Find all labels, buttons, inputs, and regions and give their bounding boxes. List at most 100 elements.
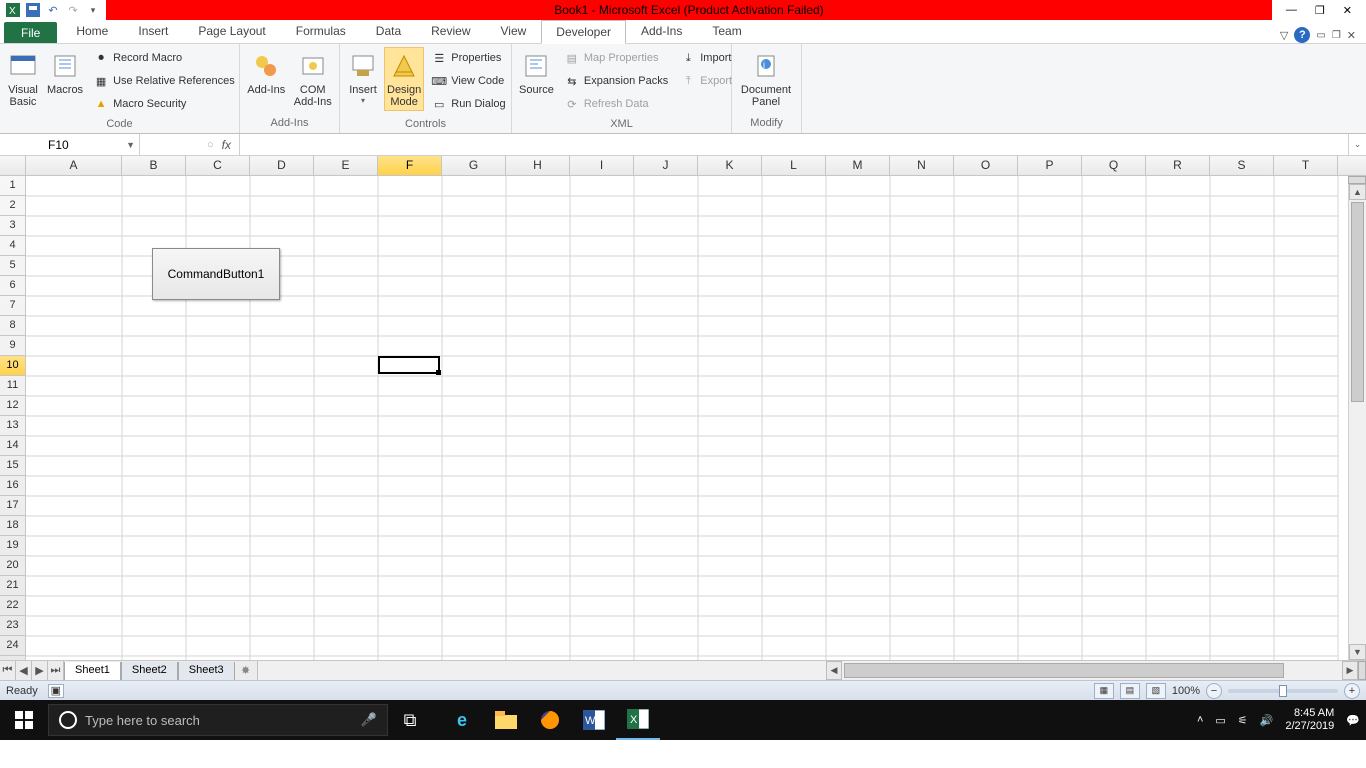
taskbar-search[interactable]: Type here to search 🎤 bbox=[48, 704, 388, 736]
row-header[interactable]: 4 bbox=[0, 236, 26, 256]
row-header[interactable]: 18 bbox=[0, 516, 26, 536]
row-header[interactable]: 17 bbox=[0, 496, 26, 516]
sheet-nav-next-icon[interactable]: ▶ bbox=[32, 661, 48, 680]
row-header[interactable]: 24 bbox=[0, 636, 26, 656]
file-explorer-icon[interactable] bbox=[484, 700, 528, 740]
split-box-right[interactable] bbox=[1358, 661, 1366, 680]
run-dialog-button[interactable]: ▭Run Dialog bbox=[426, 93, 510, 115]
qat-save-icon[interactable] bbox=[24, 1, 42, 19]
mic-icon[interactable]: 🎤 bbox=[361, 712, 377, 728]
sheet-nav-prev-icon[interactable]: ◀ bbox=[16, 661, 32, 680]
name-box[interactable]: F10 ▼ bbox=[0, 134, 140, 155]
column-header[interactable]: J bbox=[634, 156, 698, 175]
column-header[interactable]: R bbox=[1146, 156, 1210, 175]
split-box-top[interactable] bbox=[1348, 176, 1366, 184]
row-header[interactable]: 3 bbox=[0, 216, 26, 236]
scroll-down-icon[interactable]: ▼ bbox=[1349, 644, 1366, 660]
view-page-layout-icon[interactable]: ▤ bbox=[1120, 683, 1140, 699]
properties-button[interactable]: ☰Properties bbox=[426, 47, 510, 69]
sheet-nav-first-icon[interactable]: ⏮ bbox=[0, 661, 16, 680]
scroll-left-icon[interactable]: ◀ bbox=[826, 661, 842, 680]
tab-page-layout[interactable]: Page Layout bbox=[183, 19, 280, 43]
column-header[interactable]: A bbox=[26, 156, 122, 175]
source-button[interactable]: Source bbox=[516, 47, 557, 99]
row-header[interactable]: 19 bbox=[0, 536, 26, 556]
scroll-right-icon[interactable]: ▶ bbox=[1342, 661, 1358, 680]
zoom-slider[interactable] bbox=[1228, 689, 1338, 693]
column-header[interactable]: E bbox=[314, 156, 378, 175]
column-header[interactable]: P bbox=[1018, 156, 1082, 175]
row-header[interactable]: 14 bbox=[0, 436, 26, 456]
wifi-icon[interactable]: ⚟ bbox=[1238, 714, 1248, 727]
tab-formulas[interactable]: Formulas bbox=[281, 19, 361, 43]
sheet-tab[interactable]: Sheet3 bbox=[178, 662, 235, 680]
row-header[interactable]: 12 bbox=[0, 396, 26, 416]
row-header[interactable]: 23 bbox=[0, 616, 26, 636]
column-header[interactable]: C bbox=[186, 156, 250, 175]
column-header[interactable]: T bbox=[1274, 156, 1338, 175]
ribbon-minimize-icon[interactable]: ▽ bbox=[1280, 29, 1288, 42]
row-header[interactable]: 11 bbox=[0, 376, 26, 396]
battery-icon[interactable]: ▭ bbox=[1215, 714, 1225, 727]
column-header[interactable]: H bbox=[506, 156, 570, 175]
row-header[interactable]: 1 bbox=[0, 176, 26, 196]
formula-bar-input[interactable] bbox=[240, 134, 1348, 155]
zoom-level[interactable]: 100% bbox=[1172, 685, 1200, 697]
active-cell[interactable] bbox=[378, 356, 440, 374]
sheet-tab[interactable]: Sheet1 bbox=[64, 662, 121, 680]
edge-icon[interactable]: e bbox=[440, 700, 484, 740]
zoom-out-icon[interactable]: − bbox=[1206, 683, 1222, 699]
maximize-icon[interactable]: ❐ bbox=[1315, 4, 1325, 17]
view-page-break-icon[interactable]: ▧ bbox=[1146, 683, 1166, 699]
column-header[interactable]: G bbox=[442, 156, 506, 175]
row-header[interactable]: 15 bbox=[0, 456, 26, 476]
tab-data[interactable]: Data bbox=[361, 19, 416, 43]
tab-home[interactable]: Home bbox=[61, 19, 123, 43]
expansion-packs-button[interactable]: ⇆Expansion Packs bbox=[559, 70, 673, 92]
row-header[interactable]: 21 bbox=[0, 576, 26, 596]
vscroll-thumb[interactable] bbox=[1351, 202, 1364, 402]
row-header[interactable]: 9 bbox=[0, 336, 26, 356]
action-center-icon[interactable]: 💬 bbox=[1346, 714, 1360, 727]
tab-review[interactable]: Review bbox=[416, 19, 485, 43]
excel-taskbar-icon[interactable]: X bbox=[616, 700, 660, 740]
column-header[interactable]: N bbox=[890, 156, 954, 175]
help-icon[interactable]: ? bbox=[1294, 27, 1310, 43]
sheet-tab[interactable]: Sheet2 bbox=[121, 662, 178, 680]
select-all-corner[interactable] bbox=[0, 156, 26, 175]
column-header[interactable]: O bbox=[954, 156, 1018, 175]
sheet-nav-last-icon[interactable]: ⏭ bbox=[48, 661, 64, 680]
tab-team[interactable]: Team bbox=[697, 19, 756, 43]
row-header[interactable]: 8 bbox=[0, 316, 26, 336]
close-icon[interactable]: ✕ bbox=[1343, 4, 1352, 17]
tab-view[interactable]: View bbox=[486, 19, 542, 43]
column-header[interactable]: K bbox=[698, 156, 762, 175]
column-header[interactable]: L bbox=[762, 156, 826, 175]
tab-file[interactable]: File bbox=[4, 22, 57, 43]
tray-clock[interactable]: 8:45 AM 2/27/2019 bbox=[1285, 707, 1334, 733]
use-relative-references-button[interactable]: ▦Use Relative References bbox=[88, 70, 240, 92]
namebox-dropdown-icon[interactable]: ▼ bbox=[126, 140, 135, 150]
column-header[interactable]: M bbox=[826, 156, 890, 175]
view-normal-icon[interactable]: ▦ bbox=[1094, 683, 1114, 699]
window-restore-doc-icon[interactable]: ❐ bbox=[1332, 30, 1341, 41]
minimize-icon[interactable]: — bbox=[1286, 4, 1297, 16]
insert-control-button[interactable]: Insert▾ bbox=[344, 47, 382, 108]
tab-add-ins[interactable]: Add-Ins bbox=[626, 19, 697, 43]
document-panel-button[interactable]: i Document Panel bbox=[736, 47, 796, 111]
tab-insert[interactable]: Insert bbox=[123, 19, 183, 43]
window-close-doc-icon[interactable]: ✕ bbox=[1347, 29, 1356, 42]
qat-undo-icon[interactable]: ↶ bbox=[44, 1, 62, 19]
row-header[interactable]: 6 bbox=[0, 276, 26, 296]
zoom-slider-knob[interactable] bbox=[1279, 685, 1287, 697]
row-header[interactable]: 5 bbox=[0, 256, 26, 276]
start-button[interactable] bbox=[0, 700, 48, 740]
volume-icon[interactable]: 🔊 bbox=[1260, 714, 1274, 727]
column-header[interactable]: B bbox=[122, 156, 186, 175]
row-header[interactable]: 10 bbox=[0, 356, 26, 376]
design-mode-button[interactable]: Design Mode bbox=[384, 47, 424, 111]
qat-customize-icon[interactable]: ▾ bbox=[84, 1, 102, 19]
qat-redo-icon[interactable]: ↷ bbox=[64, 1, 82, 19]
formula-expand-icon[interactable]: ⌄ bbox=[1348, 134, 1366, 155]
column-header[interactable]: Q bbox=[1082, 156, 1146, 175]
